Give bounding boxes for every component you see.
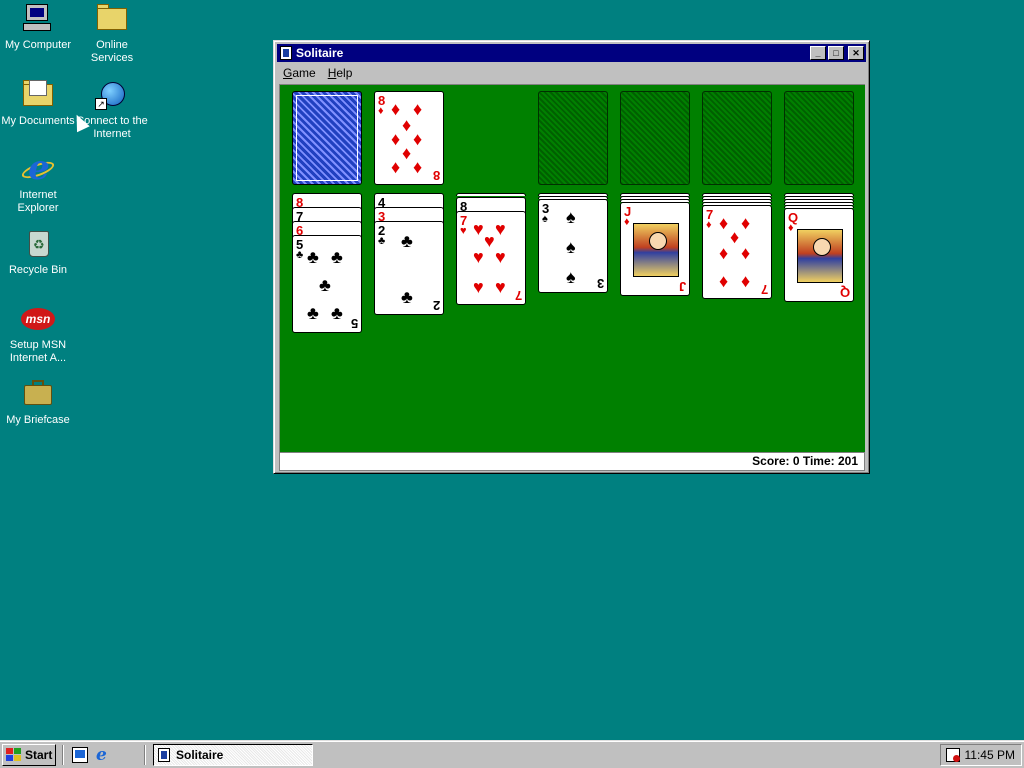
- desktop-icon-label: Recycle Bin: [8, 264, 68, 276]
- recycle-bin-icon: [21, 227, 55, 261]
- system-tray: 11:45 PM: [940, 744, 1022, 766]
- queen-face-image: [797, 229, 843, 283]
- clock[interactable]: 11:45 PM: [965, 745, 1015, 765]
- game-felt: 8 ♦ ♦ ♦ ♦ ♦ ♦ ♦ ♦ ♦ 8 8 7 6 5 ♣ ♣ ♣ ♣ ♣ ♣ 5: [279, 84, 865, 452]
- jack-face-image: [633, 223, 679, 277]
- desktop-icon-label: My Computer: [4, 39, 72, 51]
- tableau-card[interactable]: 7 ♥ ♥ ♥ ♥ ♥ ♥ ♥ ♥ 7: [456, 211, 526, 305]
- tableau-card[interactable]: 5 ♣ ♣ ♣ ♣ ♣ ♣ 5: [292, 235, 362, 333]
- solitaire-app-icon[interactable]: [280, 46, 292, 60]
- show-desktop-icon[interactable]: [72, 747, 88, 763]
- maximize-button[interactable]: □: [828, 46, 844, 60]
- tableau-card[interactable]: Q ♦ Q: [784, 208, 854, 302]
- foundation-slot[interactable]: [538, 91, 608, 185]
- minimize-button[interactable]: _: [810, 46, 826, 60]
- foundation-slot[interactable]: [620, 91, 690, 185]
- solitaire-task-icon: [158, 748, 170, 762]
- desktop-icon-my-computer[interactable]: My Computer: [0, 2, 76, 52]
- desktop-icon-label: My Briefcase: [6, 414, 70, 426]
- start-button[interactable]: Start: [2, 744, 56, 766]
- desktop-icon-label: Online Services: [90, 39, 134, 64]
- internet-explorer-quicklaunch-icon[interactable]: e: [96, 747, 112, 764]
- desktop-icon-my-briefcase[interactable]: My Briefcase: [0, 377, 76, 427]
- window-title: Solitaire: [296, 46, 344, 60]
- foundation-slot[interactable]: [784, 91, 854, 185]
- tableau-card[interactable]: 2 ♣ ♣ ♣ 2: [374, 221, 444, 315]
- taskbar-separator: [144, 745, 146, 765]
- solitaire-window: Solitaire _ □ ✕ Game Help 8 ♦ ♦ ♦ ♦ ♦ ♦ ♦ …: [273, 40, 870, 474]
- tableau-stack-edge: [456, 193, 526, 196]
- taskbar: Start e Solitaire 11:45 PM: [0, 740, 1024, 768]
- desktop-icon-recycle-bin[interactable]: Recycle Bin: [0, 227, 76, 277]
- desktop-icon-label: Setup MSN Internet A...: [9, 339, 67, 364]
- computer-icon: [21, 2, 55, 36]
- status-bar: Score: 0 Time: 201: [279, 452, 865, 471]
- desktop-icon-label: My Documents: [1, 115, 75, 127]
- stock-pile[interactable]: [292, 91, 362, 185]
- msn-icon: msn: [21, 302, 55, 336]
- tableau-card[interactable]: J ♦ J: [620, 202, 690, 296]
- desktop-icon-my-documents[interactable]: My Documents: [0, 78, 76, 128]
- start-label: Start: [25, 748, 53, 762]
- connect-internet-icon: ↗: [95, 78, 129, 112]
- windows-logo-icon: [6, 748, 22, 762]
- tableau-card[interactable]: 3 ♠ ♠ ♠ ♠ 3: [538, 199, 608, 293]
- menu-help[interactable]: Help: [322, 66, 359, 80]
- taskbar-button-solitaire[interactable]: Solitaire: [153, 744, 313, 766]
- taskbar-button-label: Solitaire: [176, 748, 224, 762]
- foundation-slot[interactable]: [702, 91, 772, 185]
- desktop-icon-internet-explorer[interactable]: e Internet Explorer: [0, 151, 76, 215]
- desktop-icon-online-services[interactable]: Online Services: [74, 2, 150, 65]
- desktop-icon-connect-internet[interactable]: ↗ Connect to the Internet: [74, 78, 150, 141]
- close-button[interactable]: ✕: [848, 46, 864, 60]
- menu-game[interactable]: Game: [277, 66, 322, 80]
- tableau-card[interactable]: 7 ♦ ♦ ♦ ♦ ♦ ♦ ♦ ♦ 7: [702, 205, 772, 299]
- title-bar[interactable]: Solitaire _ □ ✕: [277, 44, 866, 62]
- taskbar-separator: [62, 745, 64, 765]
- menu-bar: Game Help: [277, 63, 866, 82]
- desktop-icon-setup-msn[interactable]: msn Setup MSN Internet A...: [0, 302, 76, 365]
- scheduler-tray-icon[interactable]: [946, 748, 960, 762]
- desktop-icon-label: Internet Explorer: [17, 189, 59, 214]
- folder-icon: [95, 2, 129, 36]
- briefcase-icon: [21, 377, 55, 411]
- internet-explorer-icon: e: [19, 151, 57, 186]
- waste-card[interactable]: 8 ♦ ♦ ♦ ♦ ♦ ♦ ♦ ♦ ♦ 8: [374, 91, 444, 185]
- documents-folder-icon: [21, 78, 55, 112]
